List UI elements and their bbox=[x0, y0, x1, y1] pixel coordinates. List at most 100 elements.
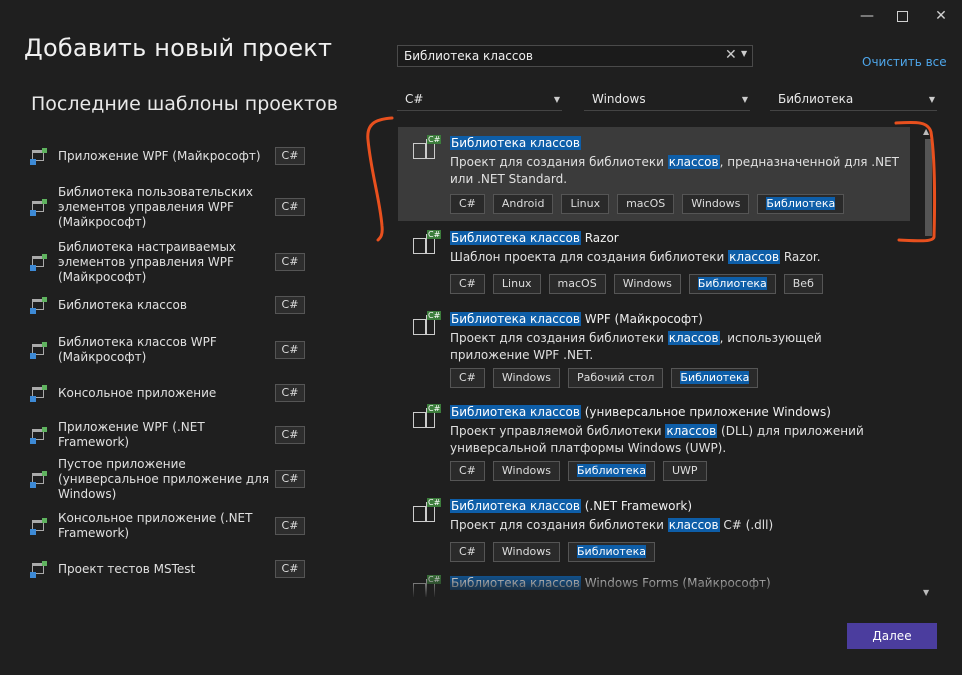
tag-label: C# bbox=[459, 464, 476, 477]
template-result-item[interactable]: C# Библиотека классов WPF (Майкрософт) Про… bbox=[398, 309, 910, 397]
recent-template-item[interactable]: Библиотека классов C# bbox=[30, 296, 311, 314]
language-badge: C# bbox=[275, 341, 305, 359]
tag-label: Windows bbox=[622, 277, 672, 290]
tag-chip: Windows bbox=[492, 542, 561, 562]
recent-template-item[interactable]: Приложение WPF (.NET Framework) C# bbox=[30, 420, 311, 449]
project-type-filter[interactable]: Библиотека ▼ bbox=[770, 90, 937, 111]
tag-chip: C# bbox=[450, 194, 485, 214]
close-button[interactable]: ✕ bbox=[930, 6, 952, 26]
template-description: Проект для создания библиотеки классов C… bbox=[450, 517, 900, 534]
language-badge: C# bbox=[275, 198, 305, 216]
template-tags: C# Linux macOS Windows Библиотека Веб bbox=[450, 274, 823, 294]
recent-template-label: Пустое приложение (универсальное приложе… bbox=[58, 456, 270, 501]
tag-label: C# bbox=[459, 371, 476, 384]
wpf-class-library-icon bbox=[30, 342, 47, 359]
template-title: Библиотека классов (универсальное прилож… bbox=[450, 405, 831, 419]
class-library-template-icon: C# bbox=[411, 575, 442, 597]
next-button[interactable]: Далее bbox=[847, 623, 937, 649]
template-description: Проект управляемой библиотеки классов (D… bbox=[450, 423, 900, 457]
template-title: Библиотека классов Windows Forms (Майкро… bbox=[450, 576, 771, 590]
recent-template-item[interactable]: Пустое приложение (универсальное приложе… bbox=[30, 457, 311, 501]
template-result-item[interactable]: C# Библиотека классов (.NET Framework) Про… bbox=[398, 496, 910, 570]
recent-template-item[interactable]: Консольное приложение (.NET Framework) C# bbox=[30, 510, 311, 542]
template-tags: C# Windows Библиотека bbox=[450, 542, 655, 562]
uwp-app-icon bbox=[30, 471, 47, 488]
tag-chip: Библиотека bbox=[568, 542, 655, 562]
template-result-item[interactable]: C# Библиотека классов Windows Forms (Майк… bbox=[398, 573, 910, 597]
maximize-button[interactable] bbox=[891, 6, 913, 26]
language-badge: C# bbox=[275, 426, 305, 444]
tag-label: macOS bbox=[557, 277, 597, 290]
recent-template-label: Библиотека настраиваемых элементов управ… bbox=[58, 239, 237, 284]
clear-search-icon[interactable]: ✕ bbox=[725, 47, 737, 63]
tag-chip: Android bbox=[492, 194, 554, 214]
template-result-item[interactable]: C# Библиотека классов Проект для создания … bbox=[398, 127, 910, 221]
recent-template-item[interactable]: Библиотека пользовательских элементов уп… bbox=[30, 184, 311, 230]
desc-part: Проект для создания библиотеки bbox=[450, 155, 668, 169]
scroll-up-icon[interactable]: ▲ bbox=[923, 127, 929, 136]
recent-template-label: Библиотека классов WPF (Майкрософт) bbox=[58, 335, 217, 364]
tag-chip: C# bbox=[450, 274, 485, 294]
tag-chip: Linux bbox=[492, 274, 541, 294]
scroll-down-icon[interactable]: ▼ bbox=[923, 588, 929, 597]
tag-chip: C# bbox=[450, 461, 485, 481]
tag-label: C# bbox=[459, 277, 476, 290]
title-rest: (.NET Framework) bbox=[580, 499, 693, 513]
title-rest: Windows Forms (Майкрософт) bbox=[580, 576, 771, 590]
language-badge: C# bbox=[275, 470, 305, 488]
search-box: ✕ ▼ bbox=[397, 45, 753, 67]
title-highlight: Библиотека классов bbox=[450, 136, 581, 150]
search-input[interactable] bbox=[404, 46, 714, 66]
tag-label: C# bbox=[459, 197, 476, 210]
desc-part: C# (.dll) bbox=[719, 518, 774, 532]
desc-highlight: классов bbox=[667, 331, 720, 345]
recent-template-label: Консольное приложение (.NET Framework) bbox=[58, 511, 253, 540]
language-filter[interactable]: C# ▼ bbox=[397, 90, 562, 111]
class-library-template-icon: C# bbox=[411, 311, 442, 341]
language-badge: C# bbox=[275, 517, 305, 535]
scroll-thumb[interactable] bbox=[925, 139, 932, 236]
title-rest: (универсальное приложение Windows) bbox=[580, 405, 831, 419]
minimize-button[interactable]: — bbox=[856, 6, 878, 26]
tag-chip: Библиотека bbox=[757, 194, 845, 214]
search-history-dropdown-icon[interactable]: ▼ bbox=[741, 49, 747, 58]
tag-chip: UWP bbox=[662, 461, 707, 481]
class-library-template-icon: C# bbox=[411, 230, 442, 260]
recent-template-label: Приложение WPF (Майкрософт) bbox=[58, 148, 261, 163]
language-badge: C# bbox=[275, 253, 305, 271]
desc-highlight: классов bbox=[728, 250, 781, 264]
template-result-item[interactable]: C# Библиотека классов (универсальное прил… bbox=[398, 402, 910, 488]
recent-template-label: Проект тестов MSTest bbox=[58, 561, 196, 576]
recent-template-item[interactable]: Библиотека настраиваемых элементов управ… bbox=[30, 240, 311, 284]
recent-template-item[interactable]: Библиотека классов WPF (Майкрософт) C# bbox=[30, 334, 311, 366]
tag-chip: Windows bbox=[492, 461, 561, 481]
class-library-template-icon: C# bbox=[411, 135, 442, 165]
recent-template-label: Библиотека классов bbox=[58, 297, 187, 312]
console-app-icon bbox=[30, 385, 47, 402]
platform-filter-value: Windows bbox=[592, 92, 646, 106]
tag-chip: macOS bbox=[548, 274, 606, 294]
template-description: Проект для создания библиотеки классов, … bbox=[450, 154, 900, 188]
desc-part: Шаблон проекта для создания библиотеки bbox=[450, 250, 729, 264]
template-result-item[interactable]: C# Библиотека классов Razor Шаблон проекта… bbox=[398, 228, 910, 302]
tag-chip: macOS bbox=[617, 194, 675, 214]
title-highlight: Библиотека классов bbox=[450, 576, 581, 590]
template-title: Библиотека классов WPF (Майкрософт) bbox=[450, 312, 703, 326]
recent-template-item[interactable]: Консольное приложение C# bbox=[30, 384, 311, 402]
tag-chip: Библиотека bbox=[688, 274, 776, 294]
tag-label: Windows bbox=[501, 371, 552, 384]
tag-label: macOS bbox=[626, 197, 666, 210]
results-scrollbar[interactable]: ▲ ▼ bbox=[923, 127, 934, 597]
clear-all-link[interactable]: Очистить все bbox=[862, 55, 947, 69]
tag-label: Библиотека bbox=[680, 371, 750, 384]
recent-template-item[interactable]: Проект тестов MSTest C# bbox=[30, 560, 311, 578]
chevron-down-icon: ▼ bbox=[741, 95, 748, 104]
chevron-down-icon: ▼ bbox=[928, 95, 935, 104]
tag-chip: C# bbox=[450, 368, 485, 388]
maximize-icon bbox=[896, 11, 908, 22]
tag-label: Windows bbox=[691, 197, 741, 210]
platform-filter[interactable]: Windows ▼ bbox=[584, 90, 750, 111]
tag-label: Библиотека bbox=[577, 545, 646, 558]
template-tags: C# Windows Библиотека UWP bbox=[450, 461, 707, 481]
recent-template-item[interactable]: Приложение WPF (Майкрософт) C# bbox=[30, 147, 311, 165]
